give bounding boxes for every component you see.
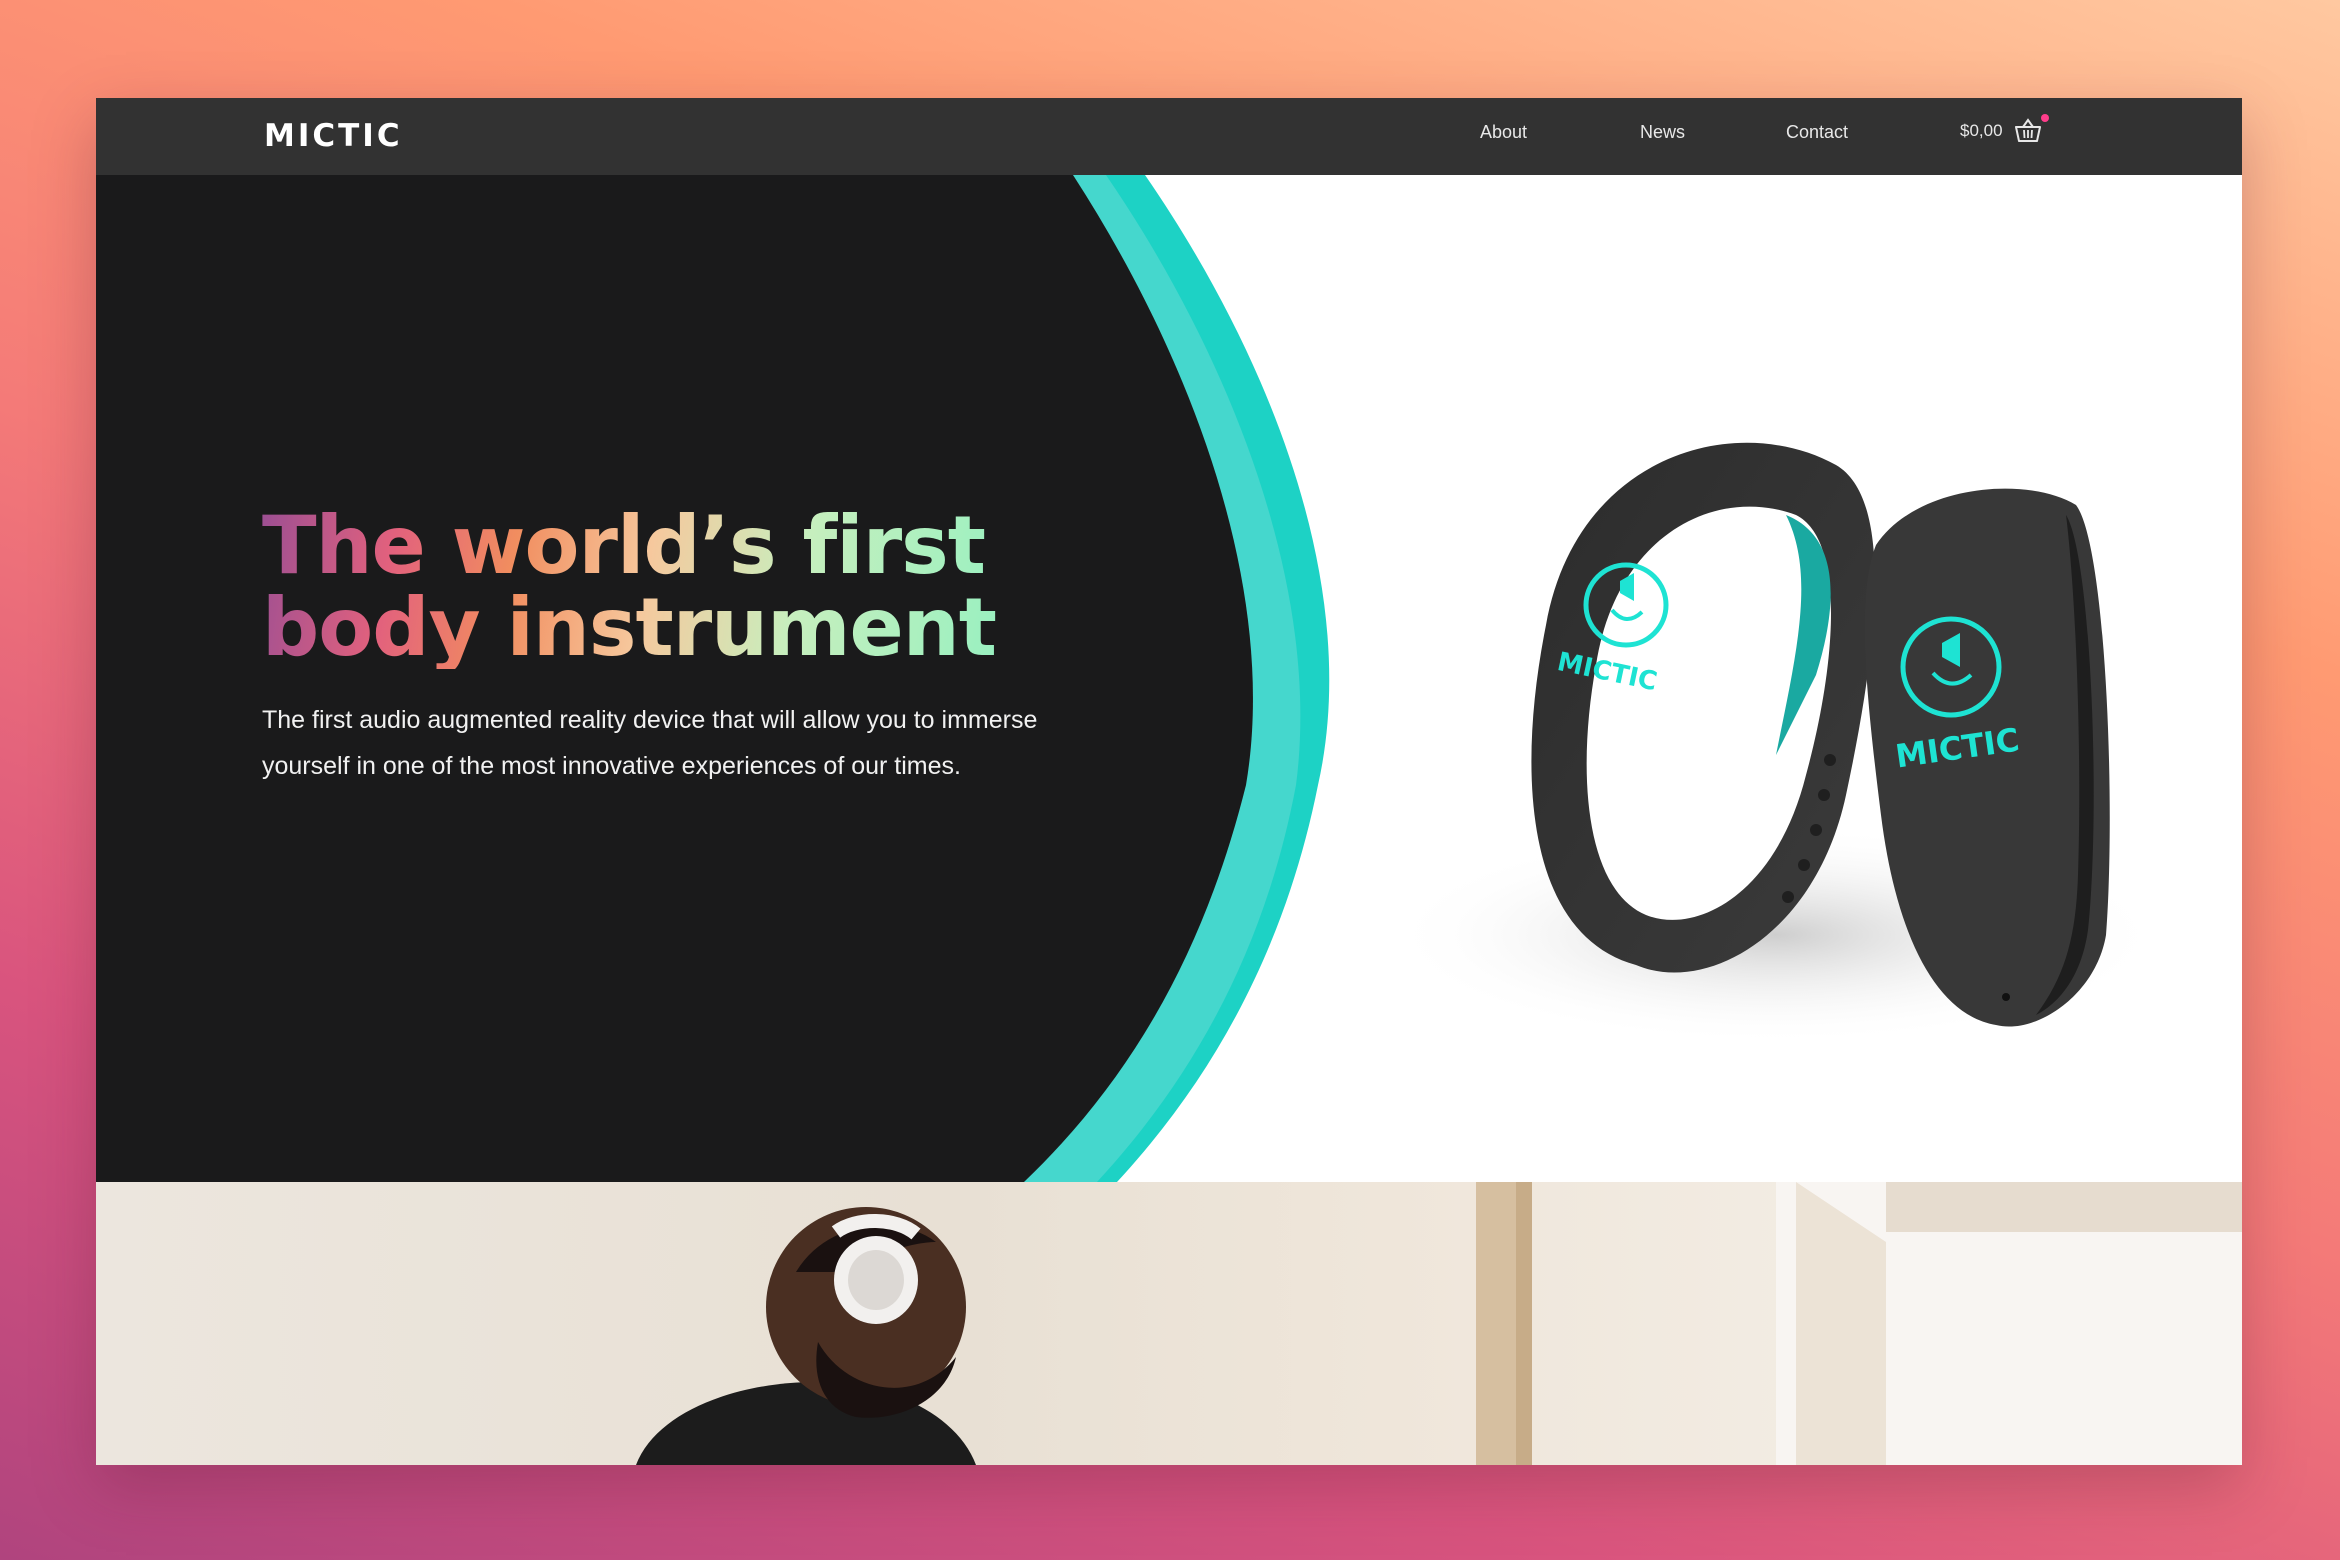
nav-link-news[interactable]: News bbox=[1640, 122, 1685, 143]
cart-notification-dot bbox=[2040, 114, 2049, 122]
brand-logo-text: MICTIC bbox=[264, 118, 403, 154]
lifestyle-photo bbox=[636, 1182, 2242, 1465]
nav-link-contact[interactable]: Contact bbox=[1786, 122, 1848, 143]
hero-title: The world’s first body instrument bbox=[262, 505, 996, 669]
hero-section: The world’s first body instrument The fi… bbox=[96, 175, 2242, 1182]
hero-title-line-1: The world’s first bbox=[262, 499, 986, 592]
hero-title-line-2: body instrument bbox=[262, 581, 996, 674]
basket-icon bbox=[2013, 114, 2049, 146]
nav-link-about[interactable]: About bbox=[1480, 122, 1527, 143]
lifestyle-photo-section bbox=[96, 1182, 2242, 1465]
cart-button[interactable]: $0,00 bbox=[1960, 114, 2049, 146]
brand-logo[interactable]: MICTIC bbox=[264, 116, 403, 156]
browser-frame: MICTIC About News Contact $0,00 The worl… bbox=[96, 98, 2242, 1465]
hero-description-line-1: The first audio augmented reality device… bbox=[262, 706, 1038, 734]
cart-total: $0,00 bbox=[1960, 121, 2003, 140]
hero-description: The first audio augmented reality device… bbox=[262, 697, 1162, 789]
top-navigation-bar: MICTIC About News Contact $0,00 bbox=[96, 98, 2242, 175]
wristband-product-image: MICTIC MICTIC bbox=[1386, 442, 2166, 1045]
hero-description-line-2: yourself in one of the most innovative e… bbox=[262, 752, 961, 780]
